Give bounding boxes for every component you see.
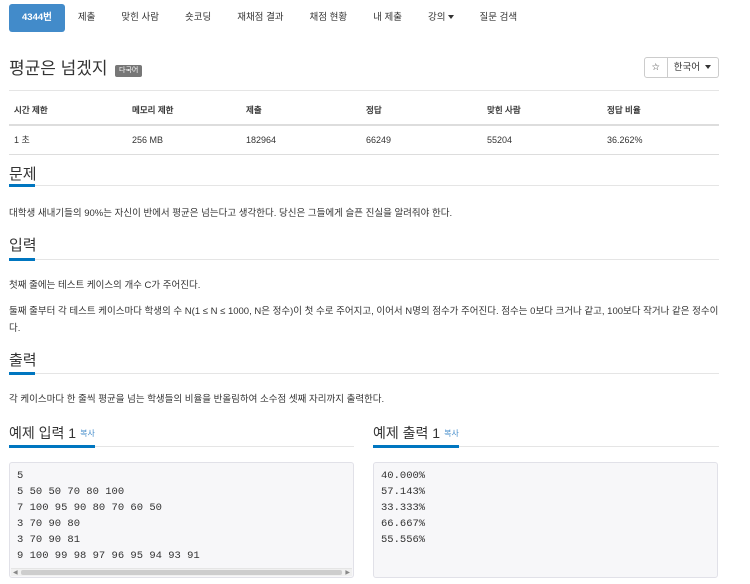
sample-input-title: 예제 입력 1 [9, 425, 77, 441]
table-header-cell: 맞힌 사람 [482, 96, 602, 126]
sample-input-heading: 예제 입력 1 복사 [9, 423, 95, 444]
language-select-button[interactable]: 한국어 [667, 57, 719, 78]
table-cell: 36.262% [602, 125, 719, 155]
input-heading: 입력 [9, 237, 37, 254]
table-header-cell: 정답 비율 [602, 96, 719, 126]
table-cell: 256 MB [127, 125, 241, 155]
divider [9, 373, 719, 374]
table-header-row: 시간 제한 메모리 제한 제출 정답 맞힌 사람 정답 비율 [9, 96, 719, 126]
sample-output-box[interactable]: 40.000% 57.143% 33.333% 66.667% 55.556% [373, 462, 718, 578]
divider [9, 185, 719, 186]
tab-rejudge-results[interactable]: 재채점 결과 [224, 4, 296, 32]
title-actions: ☆ 한국어 [643, 57, 719, 78]
sample-output-heading: 예제 출력 1 복사 [373, 423, 459, 444]
favorite-star-button[interactable]: ☆ [643, 57, 668, 78]
chevron-down-icon [705, 65, 711, 70]
sample-output-title: 예제 출력 1 [373, 425, 441, 441]
section-accent-bar [9, 184, 35, 187]
table-header-cell: 메모리 제한 [127, 96, 241, 126]
problem-description: 대학생 새내기들의 90%는 자신이 반에서 평균은 넘는다고 생각한다. 당신… [9, 208, 453, 219]
section-accent-bar [9, 258, 35, 261]
table-cell: 66249 [361, 125, 482, 155]
problem-header: 평균은 넘겠지 다국어 ☆ 한국어 [9, 57, 719, 83]
table-cell: 1 초 [9, 125, 127, 155]
output-description: 각 케이스마다 한 줄씩 평균을 넘는 학생들의 비율을 반올림하여 소수점 셋… [9, 394, 385, 405]
section-accent-bar [9, 372, 35, 375]
tab-lectures-label: 강의 [428, 12, 446, 23]
problem-nav-tabs: 4344번 제출 맞힌 사람 숏코딩 재채점 결과 채점 현황 내 제출 강의 … [9, 4, 530, 32]
tab-question-search[interactable]: 질문 검색 [467, 4, 531, 32]
sample-input-text: 5 5 50 50 70 80 100 7 100 95 90 80 70 60… [17, 470, 200, 562]
input-description-2: 둘째 줄부터 각 테스트 케이스마다 학생의 수 N(1 ≤ N ≤ 1000,… [9, 306, 719, 334]
divider [9, 259, 719, 260]
tab-problem-number[interactable]: 4344번 [9, 4, 65, 32]
scrollbar-thumb[interactable] [21, 570, 342, 575]
table-cell: 182964 [241, 125, 361, 155]
tab-short-coding[interactable]: 숏코딩 [172, 4, 224, 32]
tab-my-submissions[interactable]: 내 제출 [360, 4, 415, 32]
tab-submit[interactable]: 제출 [65, 4, 108, 32]
language-label: 한국어 [673, 62, 700, 73]
page-title: 평균은 넘겠지 [9, 59, 108, 78]
section-accent-bar [9, 445, 95, 448]
table-row: 1 초 256 MB 182964 66249 55204 36.262% [9, 125, 719, 155]
problem-info-table: 시간 제한 메모리 제한 제출 정답 맞힌 사람 정답 비율 1 초 256 M… [9, 96, 719, 155]
sample-input-box[interactable]: 5 5 50 50 70 80 100 7 100 95 90 80 70 60… [9, 462, 354, 578]
table-header-cell: 시간 제한 [9, 96, 127, 126]
problem-heading: 문제 [9, 166, 37, 183]
copy-sample-output-link[interactable]: 복사 [444, 429, 459, 438]
divider [9, 90, 719, 91]
section-accent-bar [373, 445, 459, 448]
horizontal-scrollbar[interactable]: ◀ ▶ [11, 568, 352, 576]
input-description-1: 첫째 줄에는 테스트 케이스의 개수 C가 주어진다. [9, 280, 201, 291]
tab-solved-users[interactable]: 맞힌 사람 [108, 4, 172, 32]
table-cell: 55204 [482, 125, 602, 155]
scroll-right-icon[interactable]: ▶ [345, 570, 350, 576]
table-header-cell: 정답 [361, 96, 482, 126]
copy-sample-input-link[interactable]: 복사 [80, 429, 95, 438]
star-icon: ☆ [651, 62, 661, 73]
table-header-cell: 제출 [241, 96, 361, 126]
tab-judge-status[interactable]: 채점 현황 [297, 4, 361, 32]
output-heading: 출력 [9, 352, 37, 369]
tab-lectures-dropdown[interactable]: 강의 [415, 4, 466, 32]
chevron-down-icon [447, 15, 454, 20]
sample-output-text: 40.000% 57.143% 33.333% 66.667% 55.556% [381, 470, 426, 546]
multilingual-badge: 다국어 [115, 65, 143, 77]
scroll-left-icon[interactable]: ◀ [13, 570, 18, 576]
